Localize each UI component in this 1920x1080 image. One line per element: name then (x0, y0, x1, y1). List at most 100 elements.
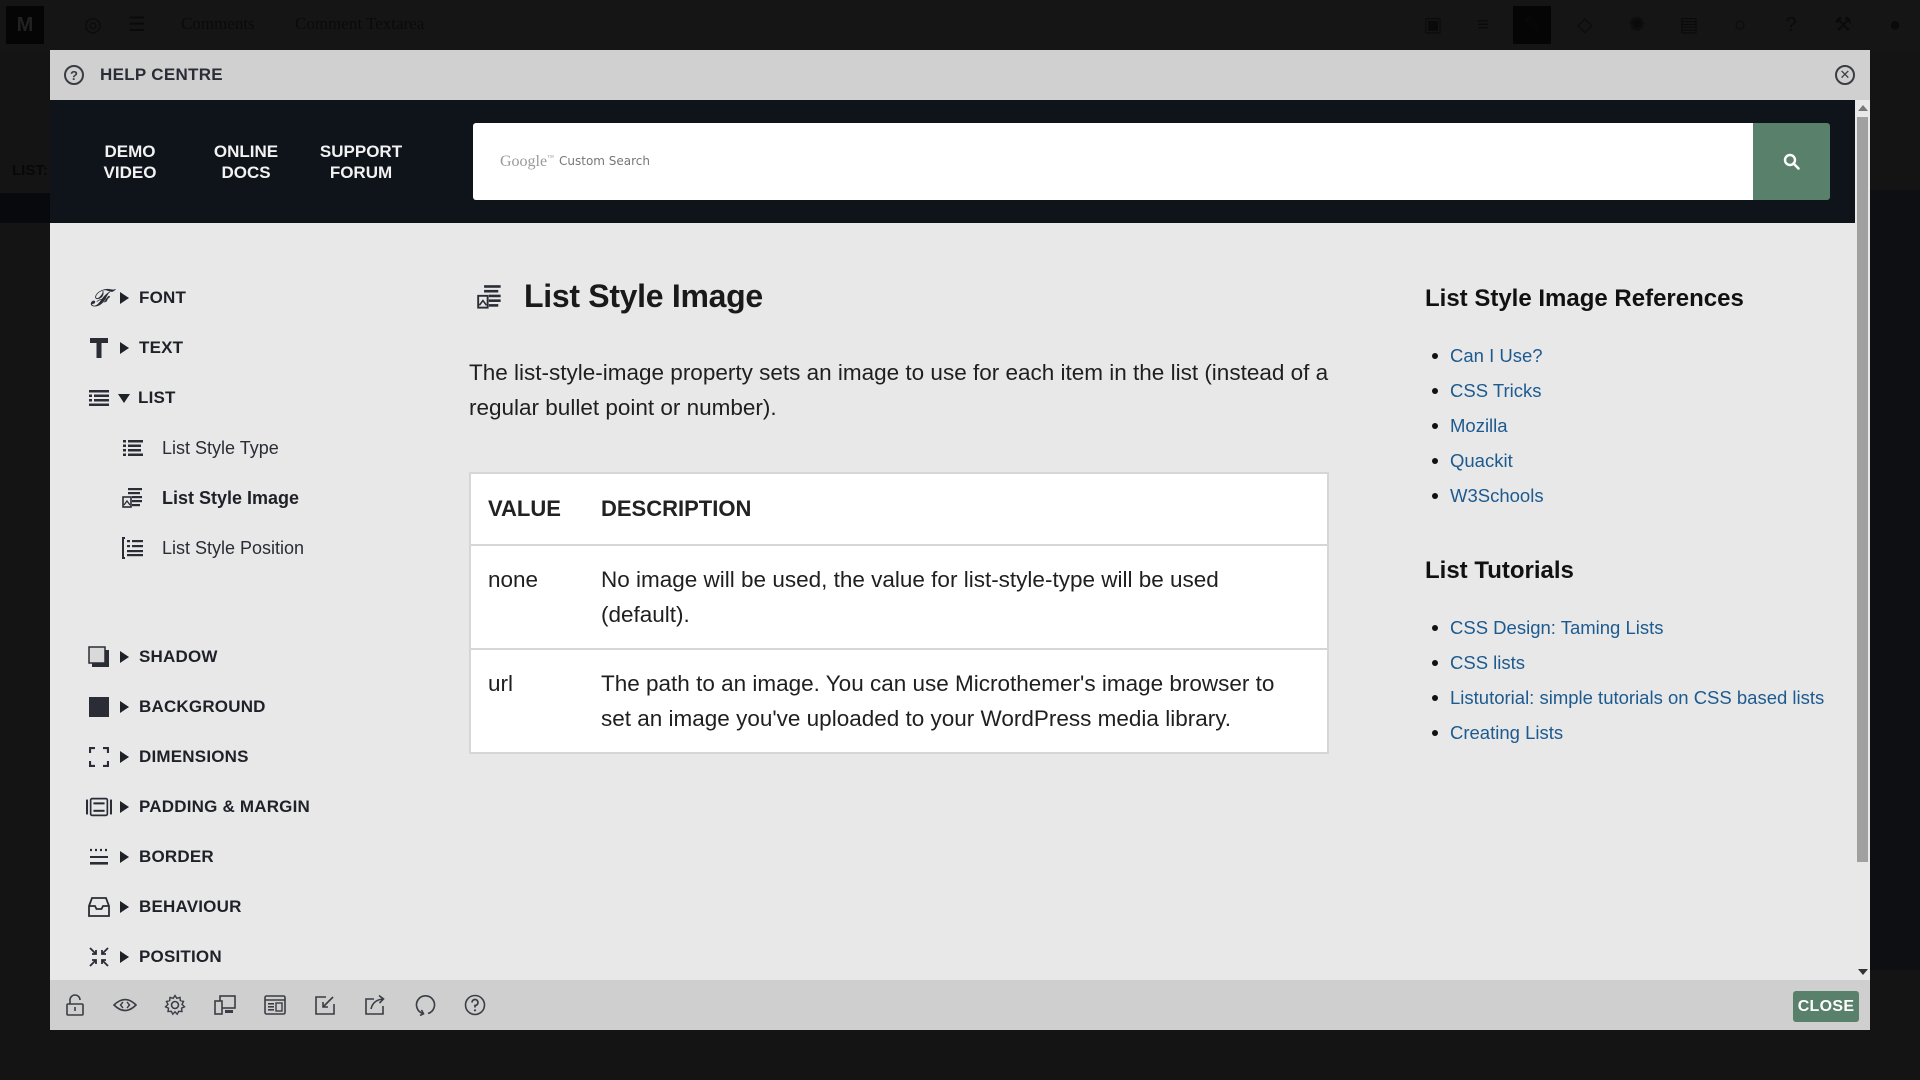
sidebar-subitem-list-style-type[interactable]: List Style Type (120, 433, 279, 463)
nav-support-forum-line1: SUPPORT (319, 142, 403, 161)
app-target-icon: ◎ (84, 14, 102, 36)
search-icon (1783, 153, 1800, 170)
tutorials-list: CSS Design: Taming Lists CSS lists Listu… (1425, 615, 1824, 755)
caret-right-icon (120, 901, 129, 913)
list-style-type-icon (120, 435, 146, 461)
list-item: W3Schools (1425, 483, 1544, 518)
help-icon[interactable] (463, 993, 487, 1017)
behaviour-icon (86, 894, 112, 920)
background-icon (86, 694, 112, 720)
caret-right-icon (120, 801, 129, 813)
app-list-icon: ≡ (1477, 14, 1489, 36)
sidebar-item-list[interactable]: LIST (86, 383, 176, 413)
list-item: Quackit (1425, 448, 1544, 483)
scroll-thumb[interactable] (1857, 117, 1868, 862)
app-responsive-icon: ▣ (1423, 14, 1443, 36)
sidebar-label: TEXT (139, 338, 184, 357)
search-input[interactable] (557, 123, 1753, 200)
google-brand: Google (500, 152, 548, 170)
sidebar-item-position[interactable]: POSITION (86, 942, 222, 972)
list-item: CSS Design: Taming Lists (1425, 615, 1824, 650)
nav-demo-video[interactable]: DEMO VIDEO (98, 141, 162, 183)
nav-demo-video-line1: DEMO (104, 142, 156, 161)
caret-down-icon (118, 393, 130, 403)
column-header-description: DESCRIPTION (584, 473, 1328, 546)
app-tab-comments: Comments (181, 14, 255, 33)
column-header-value: VALUE (470, 473, 584, 546)
tutorial-link[interactable]: CSS Design: Taming Lists (1450, 617, 1664, 638)
caret-right-icon (120, 651, 129, 663)
shadow-icon (86, 644, 112, 670)
preview-icon[interactable] (113, 993, 137, 1017)
close-button[interactable]: CLOSE (1793, 991, 1859, 1022)
close-icon[interactable]: ✕ (1835, 65, 1855, 85)
app-user-icon: ● (1888, 14, 1902, 36)
scrollbar[interactable] (1855, 100, 1870, 980)
layout-icon[interactable] (263, 993, 287, 1017)
reference-link[interactable]: Mozilla (1450, 415, 1508, 436)
import-icon[interactable] (313, 993, 337, 1017)
search-button[interactable] (1753, 123, 1830, 200)
app-code-icon: ◇ (1577, 14, 1593, 36)
app-gear-icon: ✺ (1628, 14, 1646, 36)
nav-support-forum[interactable]: SUPPORT FORUM (318, 141, 404, 183)
list-item: Mozilla (1425, 413, 1544, 448)
dimensions-icon (86, 744, 112, 770)
table-row: url The path to an image. You can use Mi… (470, 649, 1328, 754)
sidebar-subitem-list-style-image[interactable]: List Style Image (120, 483, 299, 513)
sidebar-item-border[interactable]: BORDER (86, 842, 214, 872)
sidebar-item-text[interactable]: TEXT (86, 333, 183, 363)
scroll-up-arrow[interactable] (1858, 105, 1868, 111)
list-item: Listutorial: simple tutorials on CSS bas… (1425, 685, 1824, 720)
app-help-icon: ? (1785, 14, 1797, 36)
reference-link[interactable]: W3Schools (1450, 485, 1544, 506)
app-history-icon: ○ (1733, 14, 1747, 36)
app-paint-icon: ✎ (1513, 6, 1551, 44)
reset-icon[interactable] (413, 993, 437, 1017)
page-title: List Style Image (524, 278, 763, 314)
tutorial-link[interactable]: CSS lists (1450, 652, 1525, 673)
settings-icon[interactable] (163, 993, 187, 1017)
sidebar-item-dimensions[interactable]: DIMENSIONS (86, 742, 249, 772)
padding-margin-icon (86, 794, 112, 820)
sidebar-label: BACKGROUND (139, 697, 266, 716)
sidebar-item-shadow[interactable]: SHADOW (86, 642, 218, 672)
caret-right-icon (120, 951, 129, 963)
export-icon[interactable] (363, 993, 387, 1017)
cell-value: url (470, 649, 584, 754)
sidebar-item-background[interactable]: BACKGROUND (86, 692, 266, 722)
tutorial-link[interactable]: Creating Lists (1450, 722, 1563, 743)
list-item: Creating Lists (1425, 720, 1824, 755)
references-heading: List Style Image References (1425, 285, 1744, 312)
sidebar-item-font[interactable]: 𝓕 FONT (86, 283, 186, 313)
help-circle-icon: ? (64, 65, 84, 85)
list-style-image-icon (477, 284, 503, 310)
sidebar-sublabel: List Style Position (162, 537, 305, 558)
responsive-icon[interactable] (213, 993, 237, 1017)
app-right-panel (1870, 50, 1920, 190)
modal-header: ? HELP CENTRE ✕ (50, 50, 1870, 100)
tutorial-link[interactable]: Listutorial: simple tutorials on CSS bas… (1450, 687, 1824, 708)
property-description: The list-style-image property sets an im… (469, 360, 1329, 420)
caret-right-icon (120, 292, 129, 304)
caret-right-icon (120, 751, 129, 763)
sidebar-label: PADDING & MARGIN (139, 797, 310, 816)
reference-link[interactable]: Quackit (1450, 450, 1513, 471)
sidebar-sublabel: List Style Image (162, 487, 300, 508)
sidebar-item-padding-margin[interactable]: PADDING & MARGIN (86, 792, 310, 822)
reference-link[interactable]: CSS Tricks (1450, 380, 1541, 401)
table-row: none No image will be used, the value fo… (470, 545, 1328, 650)
sidebar-item-behaviour[interactable]: BEHAVIOUR (86, 892, 242, 922)
nav-online-docs[interactable]: ONLINE DOCS (206, 141, 286, 183)
sidebar-label: POSITION (139, 947, 222, 966)
font-icon: 𝓕 (90, 284, 108, 312)
list-style-image-icon (120, 485, 146, 511)
unlock-icon[interactable] (63, 993, 87, 1017)
app-menu-icon: ☰ (128, 14, 146, 36)
nav-support-forum-line2: FORUM (329, 163, 393, 182)
text-icon (86, 335, 112, 361)
sidebar-subitem-list-style-position[interactable]: List Style Position (120, 533, 304, 563)
scroll-down-arrow[interactable] (1858, 969, 1868, 975)
reference-link[interactable]: Can I Use? (1450, 345, 1543, 366)
cell-description: No image will be used, the value for lis… (584, 545, 1328, 650)
